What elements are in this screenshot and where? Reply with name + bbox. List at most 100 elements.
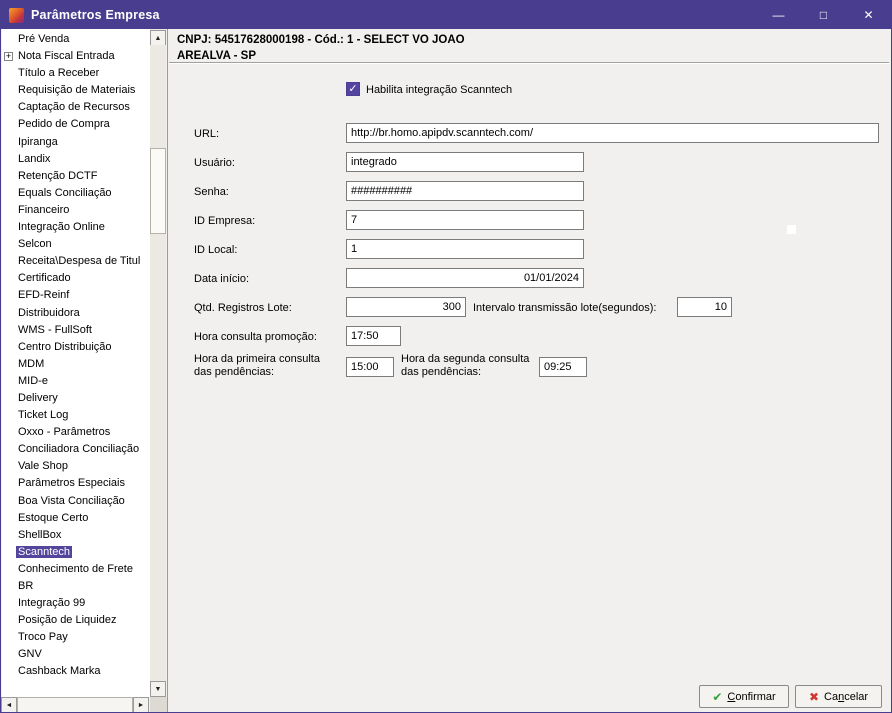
vertical-scroll-track[interactable] [150,45,166,681]
sidebar-item-integra-o-online[interactable]: Integração Online [2,219,150,236]
horizontal-scroll-thumb[interactable] [17,697,133,712]
titlebar: Parâmetros Empresa — □ ✕ [1,1,891,29]
sidebar-item-label: Pré Venda [18,33,70,45]
sidebar-item-label: Posição de Liquidez [18,614,117,627]
sidebar-item-pedido-de-compra[interactable]: Pedido de Compra [2,116,150,133]
intervalo-input[interactable] [677,297,732,317]
sidebar-item-efd-reinf[interactable]: EFD-Reinf [2,287,150,304]
sidebar-item-boa-vista-concilia-o[interactable]: Boa Vista Conciliação [2,493,150,510]
sidebar-item-label: Certificado [18,272,71,285]
url-label: URL: [194,128,220,140]
sidebar-item-label: Scanntech [16,545,72,558]
sidebar-item-delivery[interactable]: Delivery [2,390,150,407]
sidebar-item-integra-o-99[interactable]: Integração 99 [2,595,150,612]
expand-plus-icon[interactable]: + [4,52,13,62]
sidebar-list: Pré Venda + Nota Fiscal Entrada Título a Re… [2,29,150,697]
sidebar-item-t-tulo-a-receber[interactable]: Título a Receber [2,65,150,82]
sidebar-item-pr-venda[interactable]: Pré Venda [2,31,150,48]
sidebar-item-par-metros-especiais[interactable]: Parâmetros Especiais [2,475,150,492]
app-icon [9,7,24,23]
scroll-down-button[interactable]: ▼ [150,681,166,697]
sidebar-item-reten-o-dctf[interactable]: Retenção DCTF [2,168,150,185]
id-empresa-label: ID Empresa: [194,215,256,227]
maximize-button[interactable]: □ [801,1,846,29]
window-title: Parâmetros Empresa [31,8,160,22]
sidebar-item-oxxo-par-metros[interactable]: Oxxo - Parâmetros [2,424,150,441]
sidebar-item-selcon[interactable]: Selcon [2,236,150,253]
sidebar-item-estoque-certo[interactable]: Estoque Certo [2,510,150,527]
scroll-right-button[interactable]: ► [133,697,149,712]
intervalo-label: Intervalo transmissão lote(segundos): [473,302,657,314]
id-local-input[interactable] [346,239,584,259]
sidebar-item-label: Estoque Certo [18,511,89,524]
data-inicio-input[interactable] [346,268,584,288]
confirmar-label: Confirmar [727,691,775,703]
usuario-label: Usuário: [194,157,235,169]
sidebar-item-label: Financeiro [18,203,70,216]
sidebar-item-centro-distribui-o[interactable]: Centro Distribuição [2,339,150,356]
sidebar-item-conhecimento-de-frete[interactable]: Conhecimento de Frete [2,561,150,578]
habilita-integracao-label: Habilita integração Scanntech [366,84,513,96]
sidebar-item-label: Delivery [18,391,58,404]
sidebar-item-label: Receita\Despesa de Titul [18,255,141,268]
sidebar-item-receita-despesa-de-titul[interactable]: Receita\Despesa de Titul [2,253,150,270]
sidebar-item-certificado[interactable]: Certificado [2,270,150,287]
sidebar-item-label: Nota Fiscal Entrada [18,50,115,63]
sidebar-item-conciliadora-concilia-o[interactable]: Conciliadora Conciliação [2,441,150,458]
sidebar-item-label: Integração Online [18,221,105,234]
sidebar-item-label: Conciliadora Conciliação [18,443,140,456]
label-part: Ca [824,690,839,703]
sidebar-item-shellbox[interactable]: ShellBox [2,527,150,544]
close-icon: ✕ [863,8,874,22]
sidebar-item-capta-o-de-recursos[interactable]: Captação de Recursos [2,99,150,116]
scroll-up-button[interactable]: ▲ [150,30,166,46]
sidebar-item-equals-concilia-o[interactable]: Equals Conciliação [2,185,150,202]
usuario-input[interactable] [346,152,584,172]
sidebar-item-br[interactable]: BR [2,578,150,595]
sidebar-item-label: Título a Receber [18,67,100,80]
url-input[interactable] [346,123,879,143]
down-arrow-icon: ▼ [154,685,162,693]
sidebar-item-label: Boa Vista Conciliação [18,494,125,507]
sidebar-item-financeiro[interactable]: Financeiro [2,202,150,219]
left-arrow-icon: ◄ [5,701,13,709]
label-part: onfirmar [735,690,776,703]
stray-white-square [787,225,796,234]
senha-input[interactable] [346,181,584,201]
sidebar-item-scanntech[interactable]: Scanntech [2,544,150,561]
hora-promocao-input[interactable] [346,326,401,346]
right-arrow-icon: ► [137,701,145,709]
sidebar-item-gnv[interactable]: GNV [2,646,150,663]
company-header: CNPJ: 54517628000198 - Cód.: 1 - SELECT … [177,32,465,64]
habilita-integracao-checkbox[interactable]: ✓ [346,82,360,96]
sidebar-item-label: Vale Shop [18,460,68,473]
hora-segunda-input[interactable] [539,357,587,377]
qtd-registros-label: Qtd. Registros Lote: [194,302,292,314]
sidebar-item-label: Retenção DCTF [18,169,98,182]
sidebar-item-nota-fiscal-entrada[interactable]: + Nota Fiscal Entrada [2,48,150,65]
scroll-left-button[interactable]: ◄ [1,697,17,712]
sidebar-item-landix[interactable]: Landix [2,151,150,168]
confirmar-button[interactable]: ✔ Confirmar [699,685,789,708]
sidebar-item-mdm[interactable]: MDM [2,356,150,373]
vertical-scroll-thumb[interactable] [150,148,166,234]
sidebar-item-requisi-o-de-materiais[interactable]: Requisição de Materiais [2,82,150,99]
sidebar-item-posi-o-de-liquidez[interactable]: Posição de Liquidez [2,612,150,629]
id-empresa-input[interactable] [346,210,584,230]
sidebar-item-ticket-log[interactable]: Ticket Log [2,407,150,424]
qtd-registros-input[interactable] [346,297,466,317]
up-arrow-icon: ▲ [154,34,162,42]
sidebar-item-ipiranga[interactable]: Ipiranga [2,134,150,151]
sidebar-item-distribuidora[interactable]: Distribuidora [2,305,150,322]
close-button[interactable]: ✕ [846,1,891,29]
hora-primeira-input[interactable] [346,357,394,377]
minimize-icon: — [772,8,785,22]
sidebar-item-mid-e[interactable]: MID-e [2,373,150,390]
sidebar-item-vale-shop[interactable]: Vale Shop [2,458,150,475]
minimize-button[interactable]: — [756,1,801,29]
sidebar-item-troco-pay[interactable]: Troco Pay [2,629,150,646]
confirm-check-icon: ✔ [712,689,723,704]
sidebar-item-cashback-marka[interactable]: Cashback Marka [2,663,150,680]
sidebar-item-wms-fullsoft[interactable]: WMS - FullSoft [2,322,150,339]
cancelar-button[interactable]: ✖ Cancelar [795,685,882,708]
